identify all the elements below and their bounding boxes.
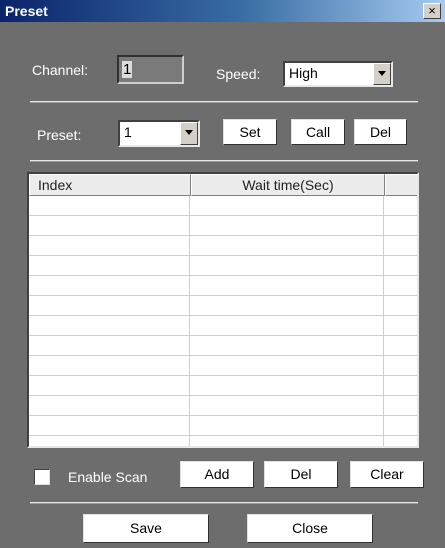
table-row[interactable] — [29, 276, 417, 296]
table-row[interactable] — [29, 196, 417, 216]
column-header-extra[interactable] — [385, 174, 417, 196]
add-button[interactable]: Add — [180, 461, 254, 488]
table-header: Index Wait time(Sec) — [29, 174, 417, 196]
del-preset-button[interactable]: Del — [354, 119, 407, 145]
enable-scan-label: Enable Scan — [68, 469, 148, 485]
table-row[interactable] — [29, 416, 417, 436]
table-row[interactable] — [29, 216, 417, 236]
window-title: Preset — [5, 3, 48, 19]
table-row[interactable] — [29, 256, 417, 276]
preset-table[interactable]: Index Wait time(Sec) — [27, 172, 419, 448]
call-button[interactable]: Call — [291, 119, 345, 145]
table-row[interactable] — [29, 376, 417, 396]
chevron-down-icon[interactable] — [180, 122, 198, 145]
save-button[interactable]: Save — [83, 514, 209, 543]
table-row[interactable] — [29, 236, 417, 256]
column-header-wait-time[interactable]: Wait time(Sec) — [191, 174, 385, 196]
close-button[interactable]: Close — [247, 514, 373, 543]
table-row[interactable] — [29, 356, 417, 376]
set-button[interactable]: Set — [223, 119, 277, 145]
speed-select[interactable]: High — [283, 61, 393, 87]
channel-value: 1 — [122, 61, 133, 78]
chevron-down-icon[interactable] — [373, 63, 391, 85]
separator — [30, 101, 418, 103]
preset-select[interactable]: 1 — [118, 120, 200, 147]
separator — [30, 160, 418, 162]
table-row[interactable] — [29, 316, 417, 336]
enable-scan-checkbox[interactable] — [34, 469, 50, 485]
speed-label: Speed: — [216, 66, 261, 82]
table-row[interactable] — [29, 336, 417, 356]
column-header-index[interactable]: Index — [29, 174, 191, 196]
close-icon[interactable]: × — [423, 3, 441, 19]
preset-label: Preset: — [37, 127, 82, 143]
preset-dialog: Preset × Channel: 1 Speed: High Preset: … — [0, 0, 445, 548]
title-bar[interactable]: Preset × — [0, 0, 445, 22]
separator — [30, 502, 418, 504]
table-row[interactable] — [29, 396, 417, 416]
del-scan-button[interactable]: Del — [264, 461, 338, 488]
channel-field[interactable]: 1 — [117, 55, 184, 84]
table-body — [29, 196, 417, 446]
preset-value: 1 — [124, 124, 132, 140]
table-row[interactable] — [29, 436, 417, 446]
speed-value: High — [289, 65, 318, 81]
channel-label: Channel: — [32, 62, 89, 78]
clear-button[interactable]: Clear — [350, 461, 424, 488]
table-row[interactable] — [29, 296, 417, 316]
